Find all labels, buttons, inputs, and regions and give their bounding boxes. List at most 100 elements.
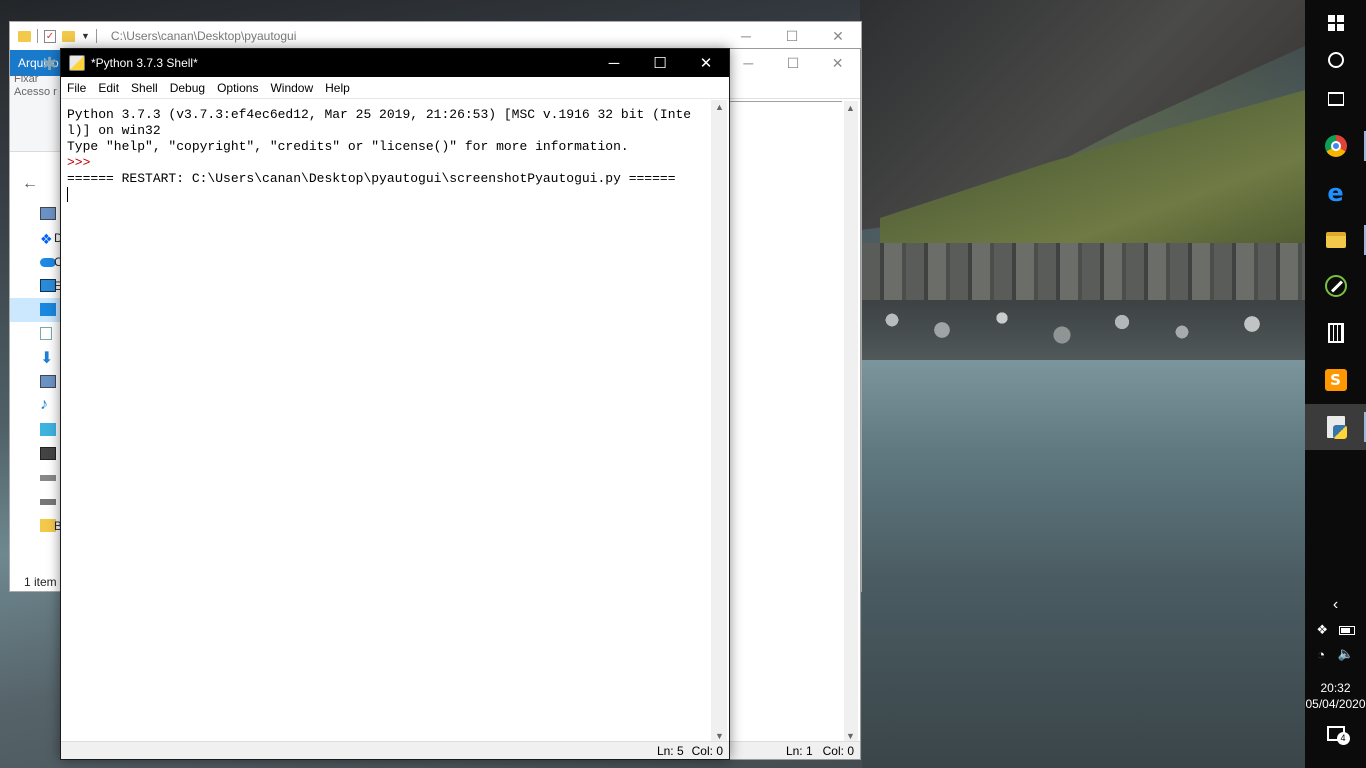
line-number: Ln: 1 <box>785 743 813 758</box>
python-shell-window[interactable]: *Python 3.7.3 Shell* ─ ☐ ✕ File Edit She… <box>60 48 730 760</box>
show-hidden-icons-button[interactable]: ‹ <box>1305 596 1366 614</box>
explorer-status-bar: 1 item <box>24 575 57 589</box>
nav-item-music[interactable]: ♪ <box>10 394 62 418</box>
volume-icon[interactable]: 🔈 <box>1338 646 1354 662</box>
system-clock[interactable]: 20:32 05/04/2020 <box>1305 680 1366 712</box>
close-button[interactable]: ✕ <box>683 49 729 77</box>
scroll-up-arrow-icon[interactable]: ▲ <box>846 103 855 113</box>
nav-item-videos[interactable] <box>10 442 62 466</box>
nav-item-downloads[interactable]: ⬇ <box>10 346 62 370</box>
menu-debug[interactable]: Debug <box>164 81 211 95</box>
pen-app-icon <box>1324 275 1347 297</box>
scroll-down-arrow-icon[interactable]: ▼ <box>715 731 724 741</box>
text-cursor <box>67 187 68 202</box>
scroll-down-arrow-icon[interactable]: ▼ <box>846 731 855 741</box>
pin-label-line1: Fixar <box>14 73 39 85</box>
picture-icon <box>40 207 56 220</box>
tray-icons-row: ❖ <box>1305 622 1366 638</box>
chevron-left-icon: ‹ <box>1332 596 1339 613</box>
line-number: Ln: 5 <box>656 743 684 758</box>
shell-prompt: >>> <box>67 155 91 170</box>
image-icon <box>40 375 56 388</box>
maximize-button[interactable]: ☐ <box>771 49 816 77</box>
menu-options[interactable]: Options <box>211 81 264 95</box>
scroll-up-arrow-icon[interactable]: ▲ <box>715 102 724 112</box>
notification-count-badge: 4 <box>1336 732 1350 745</box>
menu-edit[interactable]: Edit <box>92 81 125 95</box>
nav-item-documents[interactable] <box>10 322 62 346</box>
explorer-titlebar[interactable]: ✓ ▼ C:\Users\canan\Desktop\pyautogui ─ ☐… <box>10 22 861 50</box>
minimize-button[interactable]: ─ <box>723 22 769 50</box>
drive-icon <box>40 499 56 505</box>
task-view-button[interactable] <box>1305 76 1366 122</box>
taskbar-item-pen-app[interactable] <box>1305 263 1366 309</box>
menu-help[interactable]: Help <box>319 81 356 95</box>
nav-item-3d-objects[interactable] <box>10 418 62 442</box>
editor-text-area[interactable] <box>730 101 842 741</box>
shell-scrollbar[interactable]: ▲ ▼ <box>711 100 727 743</box>
navigation-pane: ❖ D C E ⬇ ♪ B <box>10 202 63 538</box>
network-icon[interactable]: ◔ <box>1317 647 1325 662</box>
explorer-window-title: C:\Users\canan\Desktop\pyautogui <box>110 29 297 43</box>
back-arrow-icon[interactable]: ← <box>22 175 38 193</box>
tray-icons-row: ◔ 🔈 <box>1305 646 1366 662</box>
shell-titlebar[interactable]: *Python 3.7.3 Shell* ─ ☐ ✕ <box>61 49 729 77</box>
nav-item-this-pc[interactable]: E <box>10 274 62 298</box>
shell-output-line: l)] on win32 <box>67 123 161 138</box>
chrome-icon <box>1324 135 1347 157</box>
new-folder-icon[interactable] <box>62 30 75 42</box>
taskbar-item-chrome[interactable] <box>1305 123 1366 169</box>
nav-item-system-drive[interactable] <box>10 466 62 490</box>
shell-output-line: Python 3.7.3 (v3.7.3:ef4ec6ed12, Mar 25 … <box>67 107 692 122</box>
taskbar-item-calculator[interactable] <box>1305 310 1366 356</box>
battery-icon[interactable] <box>1338 625 1355 635</box>
column-number: Col: 0 <box>822 743 854 758</box>
editor-titlebar[interactable]: ─ ☐ ✕ <box>726 49 860 77</box>
nav-item-images[interactable] <box>10 370 62 394</box>
nav-item-libraries[interactable]: B <box>10 514 62 538</box>
properties-icon[interactable]: ✓ <box>44 29 56 43</box>
nav-item-local-drive[interactable] <box>10 490 62 514</box>
drive-icon <box>40 475 56 481</box>
file-explorer-icon <box>1325 232 1346 248</box>
shell-output-line: Type "help", "copyright", "credits" or "… <box>67 139 629 154</box>
maximize-button[interactable]: ☐ <box>637 49 683 77</box>
maximize-button[interactable]: ☐ <box>769 22 815 50</box>
minimize-button[interactable]: ─ <box>726 49 771 77</box>
python-idle-icon <box>69 55 85 71</box>
dropbox-tray-icon[interactable]: ❖ <box>1316 622 1328 638</box>
close-button[interactable]: ✕ <box>815 22 861 50</box>
music-icon: ♪ <box>40 396 48 413</box>
folder-icon <box>18 30 31 42</box>
customize-toolbar-icon[interactable]: ▼ <box>81 31 90 41</box>
nav-item-pictures[interactable] <box>10 202 62 226</box>
clock-date: 05/04/2020 <box>1305 697 1366 711</box>
minimize-button[interactable]: ─ <box>591 49 637 77</box>
menu-file[interactable]: File <box>61 81 92 95</box>
cube-icon <box>40 423 56 436</box>
taskbar-item-edge[interactable]: e <box>1305 170 1366 216</box>
taskbar-item-file-explorer[interactable] <box>1305 217 1366 263</box>
menu-shell[interactable]: Shell <box>125 81 164 95</box>
shell-input-line[interactable] <box>67 187 711 204</box>
python-idle-icon <box>1326 416 1347 439</box>
idle-editor-window[interactable]: ─ ☐ ✕ ▲ ▼ Ln: 1 Col: 0 <box>725 48 861 760</box>
taskbar-item-sublime-text[interactable]: S <box>1305 357 1366 403</box>
editor-menu-bar <box>726 77 860 99</box>
pin-to-quick-access-button[interactable]: ✱ Fixar Acesso r <box>14 55 64 99</box>
shell-window-controls: ─ ☐ ✕ <box>591 49 729 77</box>
explorer-window-controls: ─ ☐ ✕ <box>723 22 861 50</box>
editor-scrollbar[interactable]: ▲ ▼ <box>844 101 858 743</box>
nav-item-dropbox[interactable]: ❖ D <box>10 226 63 250</box>
sublime-text-icon: S <box>1324 369 1347 391</box>
toolbar-divider <box>95 29 97 43</box>
shell-text-area[interactable]: Python 3.7.3 (v3.7.3:ef4ec6ed12, Mar 25 … <box>63 100 711 743</box>
menu-window[interactable]: Window <box>264 81 319 95</box>
close-button[interactable]: ✕ <box>815 49 860 77</box>
shell-window-title: *Python 3.7.3 Shell* <box>91 56 198 70</box>
action-center-button[interactable]: 4 <box>1305 726 1366 745</box>
taskbar-item-python-idle[interactable] <box>1305 404 1366 450</box>
shell-status-bar: Ln: 5 Col: 0 <box>61 741 729 759</box>
nav-item-desktop[interactable] <box>10 298 62 322</box>
nav-item-onedrive[interactable]: C <box>10 250 63 274</box>
